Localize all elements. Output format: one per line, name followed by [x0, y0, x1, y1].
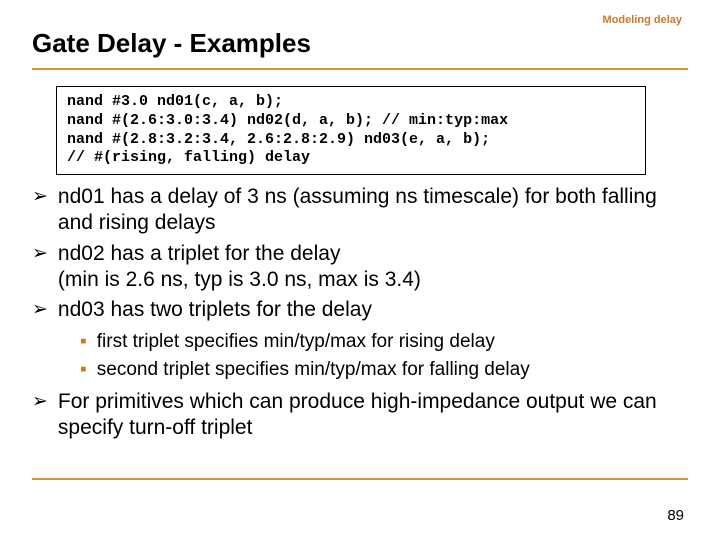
bullet-text: nd01 has a delay of 3 ns (assuming ns ti… — [58, 184, 684, 237]
bullet-item: ➢ nd01 has a delay of 3 ns (assuming ns … — [32, 184, 684, 237]
arrow-bullet-icon: ➢ — [32, 389, 48, 415]
bullet-text: nd02 has a triplet for the delay (min is… — [58, 241, 684, 294]
bottom-rule — [32, 478, 688, 480]
sub-bullet-item: ▪ second triplet specifies min/typ/max f… — [80, 357, 684, 383]
bullet-list: ➢ nd01 has a delay of 3 ns (assuming ns … — [32, 184, 684, 445]
sub-bullet-list: ▪ first triplet specifies min/typ/max fo… — [80, 329, 684, 382]
bullet-text: nd03 has two triplets for the delay — [58, 297, 684, 323]
slide-title: Gate Delay - Examples — [32, 28, 311, 59]
arrow-bullet-icon: ➢ — [32, 297, 48, 323]
sub-bullet-item: ▪ first triplet specifies min/typ/max fo… — [80, 329, 684, 355]
sub-bullet-text: first triplet specifies min/typ/max for … — [97, 329, 495, 355]
slide: Modeling delay Gate Delay - Examples nan… — [0, 0, 720, 540]
square-bullet-icon: ▪ — [80, 329, 87, 355]
code-example-box: nand #3.0 nd01(c, a, b); nand #(2.6:3.0:… — [56, 86, 646, 175]
topic-label: Modeling delay — [603, 14, 682, 26]
bullet-item: ➢ For primitives which can produce high-… — [32, 389, 684, 442]
bullet-item: ➢ nd03 has two triplets for the delay — [32, 297, 684, 323]
arrow-bullet-icon: ➢ — [32, 241, 48, 267]
bullet-text: For primitives which can produce high-im… — [58, 389, 684, 442]
code-line: // #(rising, falling) delay — [67, 149, 310, 166]
title-underline — [32, 68, 688, 70]
square-bullet-icon: ▪ — [80, 357, 87, 383]
arrow-bullet-icon: ➢ — [32, 184, 48, 210]
code-line: nand #3.0 nd01(c, a, b); — [67, 93, 283, 110]
code-line: nand #(2.8:3.2:3.4, 2.6:2.8:2.9) nd03(e,… — [67, 131, 490, 148]
page-number: 89 — [667, 507, 684, 524]
bullet-item: ➢ nd02 has a triplet for the delay (min … — [32, 241, 684, 294]
sub-bullet-text: second triplet specifies min/typ/max for… — [97, 357, 530, 383]
code-line: nand #(2.6:3.0:3.4) nd02(d, a, b); // mi… — [67, 112, 508, 129]
